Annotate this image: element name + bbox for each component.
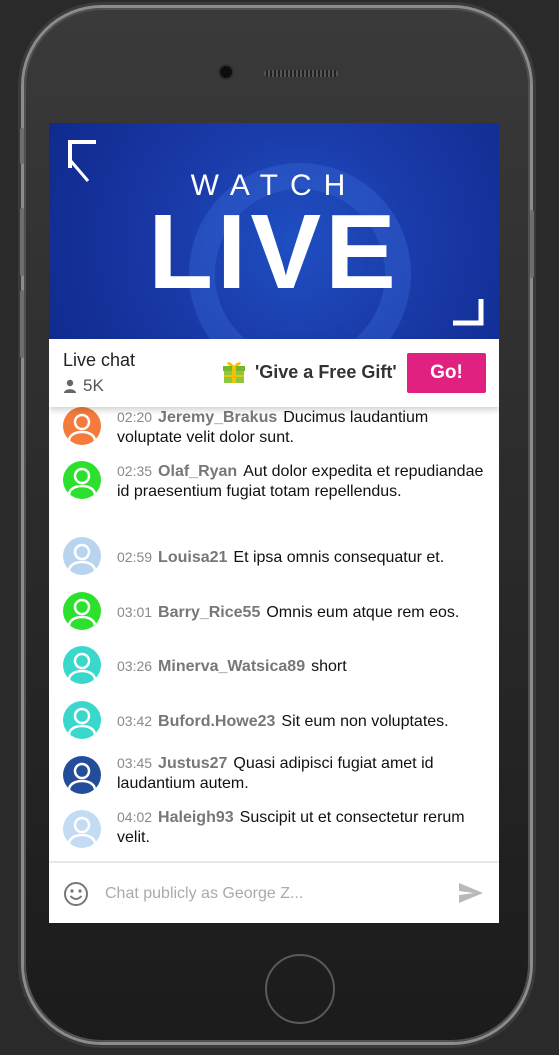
power-button: [530, 210, 534, 278]
message-username[interactable]: Minerva_Watsica89: [158, 658, 305, 675]
person-icon: [64, 379, 76, 393]
avatar[interactable]: [63, 810, 101, 848]
message-text: Et ipsa omnis consequatur et.: [233, 549, 445, 566]
banner-title-big: LIVE: [148, 193, 400, 311]
message-text: short: [311, 658, 347, 675]
avatar[interactable]: [63, 646, 101, 684]
message-time: 02:59: [117, 549, 153, 565]
message-username[interactable]: Haleigh93: [158, 809, 234, 826]
message-username[interactable]: Olaf_Ryan: [158, 463, 237, 480]
gift-icon: [223, 362, 245, 383]
gift-promo[interactable]: 'Give a Free Gift': [221, 359, 397, 385]
chat-input-bar: [49, 861, 499, 923]
message-time: 04:02: [117, 809, 153, 825]
app-screen: WATCH LIVE Live chat 5K 'Give a Free Gif…: [49, 123, 499, 923]
gift-promo-text: 'Give a Free Gift': [255, 361, 397, 382]
chat-message-input[interactable]: [103, 881, 447, 907]
chat-header: Live chat 5K 'Give a Free Gift' Go!: [49, 339, 499, 407]
avatar[interactable]: [63, 701, 101, 739]
volume-down-button: [20, 290, 24, 358]
message-username[interactable]: Justus27: [158, 755, 227, 772]
chat-message-list[interactable]: 02:20 Jeremy_Brakus Ducimus laudantium vol…: [49, 407, 499, 859]
message-username[interactable]: Barry_Rice55: [158, 604, 260, 621]
message-text: Sit eum non voluptates.: [281, 713, 449, 730]
live-chat-title: Live chat: [63, 350, 136, 370]
avatar[interactable]: [63, 592, 101, 630]
avatar[interactable]: [63, 756, 101, 794]
message-time: 03:01: [117, 604, 153, 620]
earpiece-speaker: [264, 70, 338, 77]
home-button[interactable]: [265, 954, 335, 1024]
message-time: 03:45: [117, 755, 153, 771]
message-time: 02:20: [117, 409, 153, 425]
message-time: 03:26: [117, 658, 153, 674]
mute-switch: [20, 128, 24, 164]
message-username[interactable]: Buford.Howe23: [158, 713, 275, 730]
viewer-count: 5K: [63, 376, 104, 396]
volume-up-button: [20, 208, 24, 276]
go-button[interactable]: Go!: [407, 353, 486, 393]
message-username[interactable]: Louisa21: [158, 549, 227, 566]
live-video-banner[interactable]: WATCH LIVE: [49, 123, 499, 339]
avatar[interactable]: [63, 407, 101, 445]
corner-bracket-icon[interactable]: [451, 297, 485, 327]
avatar[interactable]: [63, 537, 101, 575]
message-time: 03:42: [117, 713, 153, 729]
viewer-count-value: 5K: [83, 376, 104, 395]
front-camera: [220, 66, 232, 78]
message-time: 02:35: [117, 463, 153, 479]
message-username[interactable]: Jeremy_Brakus: [158, 409, 277, 426]
avatar[interactable]: [63, 461, 101, 499]
corner-bracket-icon[interactable]: [66, 138, 100, 184]
message-text: Omnis eum atque rem eos.: [266, 604, 460, 621]
smiley-icon[interactable]: [63, 881, 89, 907]
send-icon[interactable]: [457, 881, 485, 905]
